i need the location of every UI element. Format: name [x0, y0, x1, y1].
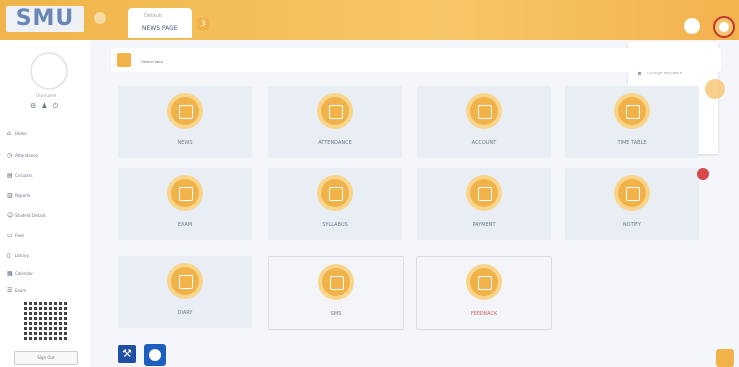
tile-payment[interactable]: PAYMENT	[417, 168, 551, 240]
message-icon	[322, 268, 350, 296]
tile-sms[interactable]: SMS	[268, 256, 404, 330]
share-icon[interactable]	[716, 349, 734, 367]
user-icon[interactable]: ♟	[41, 102, 52, 110]
tile-label: PAYMENT	[472, 222, 496, 228]
tab-count-badge[interactable]: 3	[197, 18, 209, 30]
tile-time-table[interactable]: TIME TABLE	[565, 86, 699, 158]
sign-out-button[interactable]: Sign Out	[14, 351, 78, 365]
tile-feedback[interactable]: FEEDBACK	[416, 256, 552, 330]
tile-syllabus[interactable]: SYLLABUS	[268, 168, 402, 240]
sidebar-item-home[interactable]: ⌂ Home	[7, 130, 27, 137]
tile-diary[interactable]: DIARY	[118, 256, 252, 328]
tile-news[interactable]: NEWS	[118, 86, 252, 158]
news-icon	[171, 97, 199, 125]
sidebar-item-reports[interactable]: ▥ Reports	[7, 192, 30, 199]
top-bar	[0, 0, 739, 40]
user-name: Username	[36, 93, 57, 98]
tile-label: DIARY	[177, 310, 193, 316]
list-icon: ☰	[7, 287, 13, 294]
tab-title: NEWS PAGE	[142, 25, 178, 32]
power-icon[interactable]: ⏻	[53, 102, 64, 110]
tile-label: TIME TABLE	[617, 140, 647, 146]
tile-account[interactable]: ACCOUNT	[417, 86, 551, 158]
qr-code	[24, 300, 68, 340]
profile-menu-icon[interactable]	[712, 15, 736, 39]
menu-toggle-icon[interactable]	[94, 12, 106, 24]
sidebar-item-fees[interactable]: ▭ Fees	[7, 232, 24, 239]
calendar-icon: ▦	[7, 270, 13, 277]
tile-attendance[interactable]: ATTENDANCE	[268, 86, 402, 158]
sidebar-item-student-details[interactable]: ☺ Student Details	[7, 212, 46, 219]
box-icon	[171, 179, 199, 207]
sidebar-item-library[interactable]: ▯ Library	[7, 252, 29, 259]
sidebar-item-attendance[interactable]: ◷ Attendance	[7, 152, 38, 159]
table-icon	[618, 97, 646, 125]
people-icon: ☺	[7, 212, 14, 219]
tile-label: SMS	[330, 311, 342, 317]
user-actions: ⚙♟⏻	[30, 102, 63, 111]
app-logo[interactable]: SMU	[6, 6, 84, 32]
sidebar-item-circulars[interactable]: ▤ Circulars	[7, 172, 33, 179]
clock-icon: ◷	[7, 152, 13, 159]
settings-icon[interactable]: ⚙	[30, 102, 41, 110]
tools-icon[interactable]: ⚒	[118, 345, 136, 363]
tile-label: EXAM	[177, 222, 193, 228]
tile-exam[interactable]: EXAM	[118, 168, 252, 240]
sidebar-item-calendar[interactable]: ▦ Calendar	[7, 270, 33, 277]
avatar[interactable]	[30, 52, 68, 90]
book-icon: ▯	[7, 252, 11, 259]
tile-label: SYLLABUS	[322, 222, 348, 228]
clipboard-icon	[321, 97, 349, 125]
floating-action-icon[interactable]	[705, 79, 725, 99]
calendar-icon	[171, 267, 199, 295]
search-icon[interactable]	[117, 53, 131, 67]
card-icon: ▭	[7, 232, 13, 239]
tile-label: NOTIFY	[622, 222, 642, 228]
tile-label: NEWS	[177, 140, 193, 146]
home-icon: ⌂	[7, 130, 11, 137]
tile-notify[interactable]: NOTIFY	[565, 168, 699, 240]
search-input[interactable]	[139, 53, 703, 69]
tile-label: FEEDBACK	[470, 311, 498, 317]
sidebar-item-exam[interactable]: ☰ Exam	[7, 287, 26, 294]
tile-label: ATTENDANCE	[318, 140, 352, 146]
tab-news-page[interactable]: Default NEWS PAGE	[128, 8, 192, 38]
chart-icon: ▥	[7, 192, 13, 199]
bell-icon	[618, 179, 646, 207]
document-icon: ▤	[7, 172, 13, 179]
user-status-icon[interactable]	[684, 18, 700, 34]
mail-icon	[470, 268, 498, 296]
download-icon	[470, 179, 498, 207]
search-bar	[111, 48, 721, 72]
tab-subtitle: Default	[144, 13, 163, 19]
money-icon	[470, 97, 498, 125]
book-icon	[321, 179, 349, 207]
notification-badge	[697, 168, 709, 180]
tile-label: ACCOUNT	[471, 140, 497, 146]
teamviewer-icon[interactable]	[144, 344, 166, 366]
